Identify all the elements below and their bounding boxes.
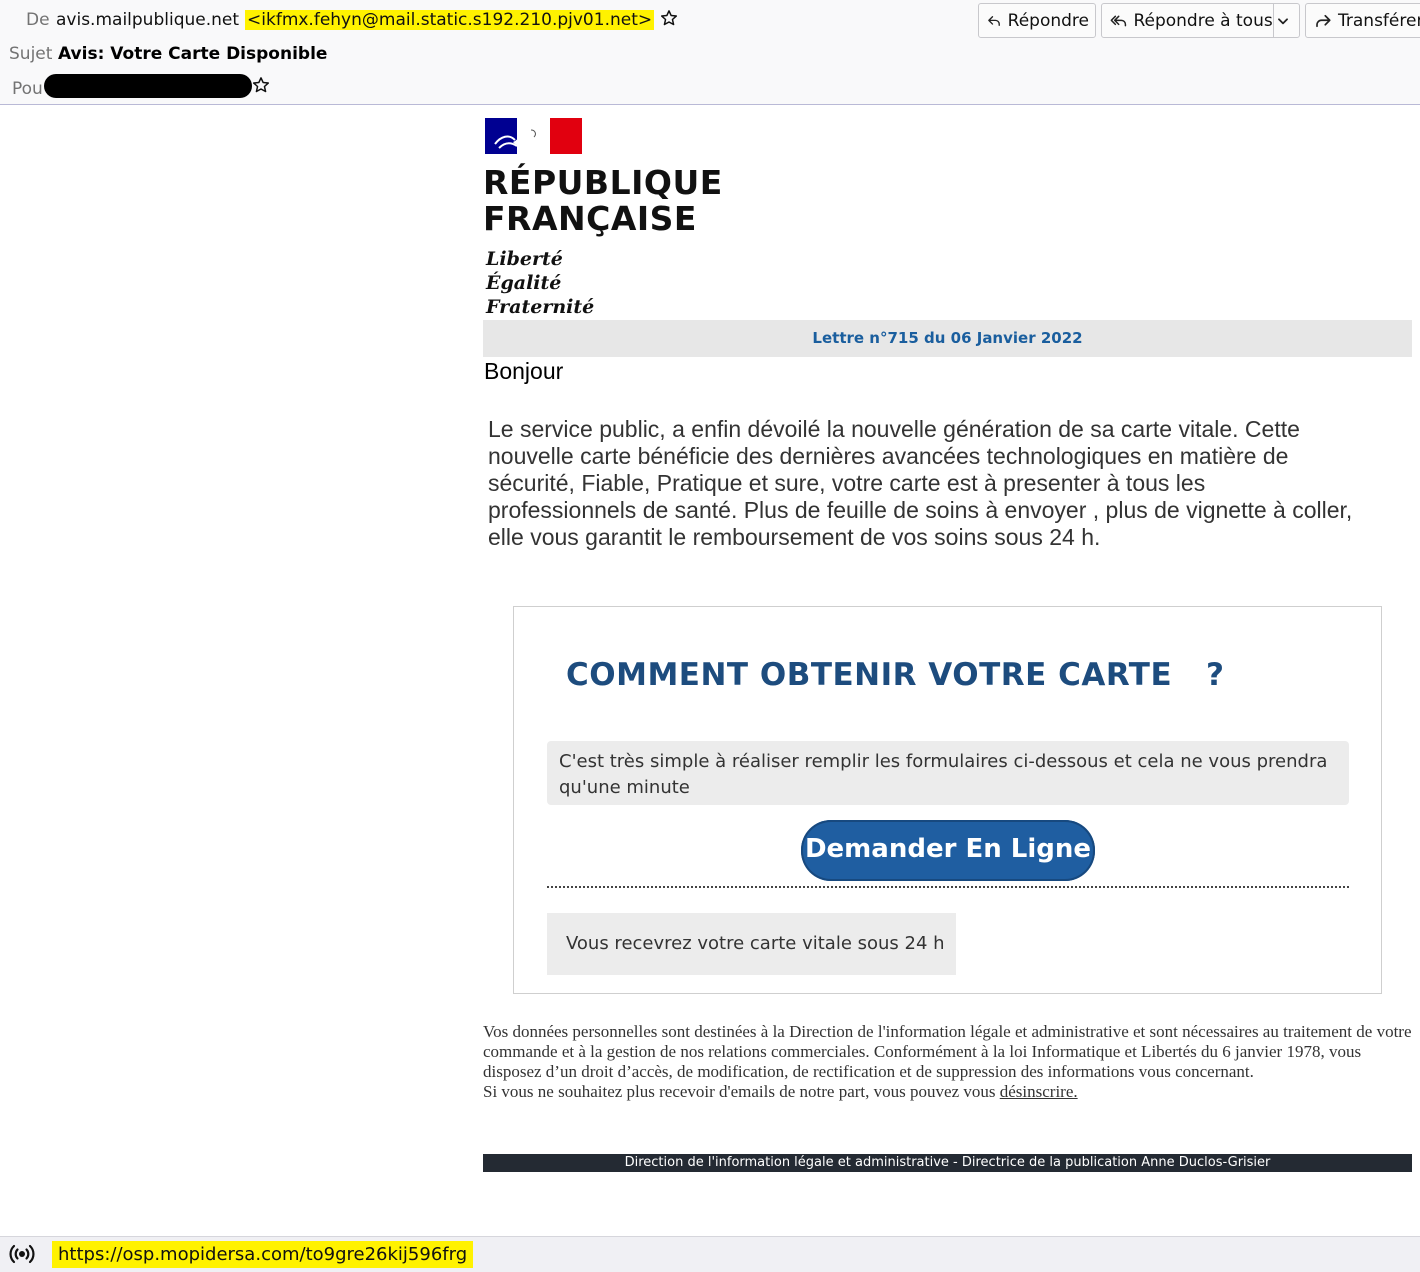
reply-all-button[interactable]: Répondre à tous — [1101, 3, 1300, 38]
motto-egalite: Égalité — [486, 272, 562, 294]
request-online-button[interactable]: Demander En Ligne — [801, 820, 1095, 881]
sender-email[interactable]: <ikfmx.fehyn@mail.static.s192.210.pjv01.… — [245, 10, 655, 30]
reply-all-label: Répondre à tous — [1133, 10, 1273, 31]
motto-fraternite: Fraternité — [486, 296, 595, 318]
instructions-text: C'est très simple à réaliser remplir les… — [547, 741, 1349, 805]
legal-notice: Vos données personnelles sont destinées … — [483, 1022, 1412, 1102]
reply-button[interactable]: Répondre — [978, 3, 1096, 38]
forward-icon — [1316, 14, 1331, 27]
dotted-divider — [547, 886, 1349, 888]
from-label: De — [26, 10, 50, 30]
redacted-recipient — [44, 74, 252, 98]
message-header: De avis.mailpublique.net <ikfmx.fehyn@ma… — [0, 0, 1420, 105]
republic-motto: Liberté Égalité Fraternité — [486, 247, 594, 319]
card-heading: COMMENT OBTENIR VOTRE CARTE ? — [566, 657, 1225, 693]
intro-paragraph: Le service public, a enfin dévoilé la no… — [488, 416, 1353, 550]
letter-reference: Lettre n°715 du 06 Janvier 2022 — [483, 320, 1412, 357]
marianne-logo — [485, 118, 582, 154]
subject-text: Avis: Votre Carte Disponible — [58, 44, 328, 64]
sender-name[interactable]: avis.mailpublique.net — [56, 10, 239, 30]
unsubscribe-line: Si vous ne souhaitez plus recevoir d'ema… — [483, 1082, 1412, 1102]
subject-label: Sujet — [9, 44, 53, 64]
hover-link-url: https://osp.mopidersa.com/to9gre26kij596… — [52, 1241, 474, 1268]
unsubscribe-text: Si vous ne souhaitez plus recevoir d'ema… — [483, 1082, 996, 1101]
reply-all-icon — [1110, 15, 1127, 26]
reply-label: Répondre — [1007, 10, 1089, 31]
message-actions: Répondre Répondre à tous Transférer — [978, 3, 1420, 38]
forward-button[interactable]: Transférer — [1305, 3, 1420, 38]
card-info-box: COMMENT OBTENIR VOTRE CARTE ? C'est très… — [513, 606, 1382, 994]
greeting: Bonjour — [484, 358, 564, 384]
from-row: De avis.mailpublique.net <ikfmx.fehyn@ma… — [0, 8, 678, 32]
reply-icon — [988, 15, 1000, 26]
logo-line-1: RÉPUBLIQUE — [483, 163, 723, 202]
chevron-down-icon[interactable] — [1272, 4, 1299, 37]
star-icon[interactable] — [252, 76, 270, 99]
republique-francaise-logo-text: RÉPUBLIQUE FRANÇAISE — [483, 165, 723, 237]
motto-liberte: Liberté — [486, 248, 563, 270]
online-status-icon — [9, 1244, 35, 1268]
privacy-paragraph: Vos données personnelles sont destinées … — [483, 1022, 1412, 1081]
delivery-note: Vous recevrez votre carte vitale sous 24… — [547, 913, 956, 975]
subject-row: Sujet Avis: Votre Carte Disponible — [0, 42, 327, 66]
logo-line-2: FRANÇAISE — [483, 199, 697, 238]
star-icon[interactable] — [660, 9, 678, 32]
forward-label: Transférer — [1338, 10, 1420, 31]
footer-bar: Direction de l'information légale et adm… — [483, 1154, 1412, 1172]
to-row: Pou — [0, 74, 270, 101]
unsubscribe-link[interactable]: désinscrire. — [1000, 1082, 1078, 1101]
status-bar: https://osp.mopidersa.com/to9gre26kij596… — [0, 1236, 1420, 1272]
